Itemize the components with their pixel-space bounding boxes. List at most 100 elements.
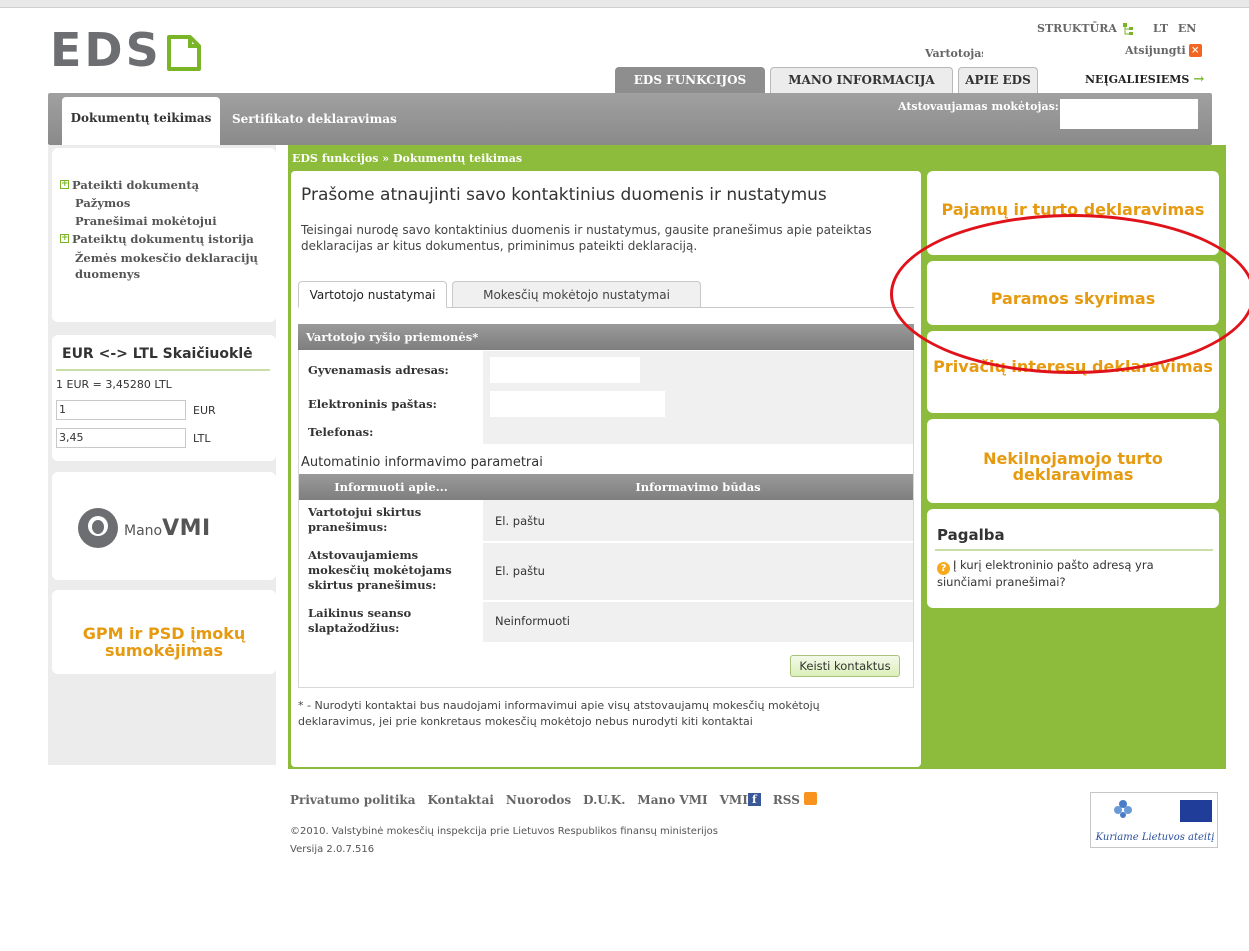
breadcrumb: EDS funkcijos » Dokumentų teikimas bbox=[292, 152, 523, 165]
ltl-unit: LTL bbox=[193, 432, 211, 445]
menu-zemes-mokestis[interactable]: Žemės mokesčio deklaracijų duomenys bbox=[58, 250, 272, 282]
top-strip bbox=[0, 0, 1249, 8]
row-cell bbox=[483, 543, 913, 600]
phone-field[interactable] bbox=[483, 420, 913, 444]
arrow-right-icon: → bbox=[1193, 72, 1205, 87]
vmi-label: VMI bbox=[719, 792, 748, 807]
structure-link[interactable]: STRUKTŪRA bbox=[1037, 22, 1133, 35]
tab-mokesciu-moketojo-nustatymai[interactable]: Mokesčių mokėtojo nustatymai bbox=[452, 281, 701, 308]
user-label: Vartotojas bbox=[925, 47, 988, 60]
logout-link[interactable]: Atsijungti × bbox=[1125, 44, 1202, 57]
accessibility-link[interactable]: NEĮGALIESIEMS → bbox=[1085, 72, 1204, 87]
question-icon: ? bbox=[937, 562, 950, 575]
eu-flag-icon bbox=[1180, 800, 1212, 822]
footer-link-rss[interactable]: RSS bbox=[772, 792, 818, 807]
calculator-title: EUR <-> LTL Skaičiuoklė bbox=[62, 346, 253, 362]
field-label: Telefonas: bbox=[308, 425, 374, 439]
tab-eds-funkcijos[interactable]: EDS FUNKCIJOS bbox=[615, 67, 765, 93]
logo-text: EDS bbox=[50, 23, 162, 77]
divider bbox=[56, 369, 270, 371]
footer-link-mano-vmi[interactable]: Mano VMI bbox=[637, 793, 707, 807]
change-contacts-button[interactable]: Keisti kontaktus bbox=[790, 655, 900, 677]
structure-label: STRUKTŪRA bbox=[1037, 22, 1117, 35]
user-name-field bbox=[983, 43, 1119, 60]
language-switcher: LT EN bbox=[1147, 22, 1196, 35]
menu-label: Žemės mokesčio deklaracijų duomenys bbox=[75, 251, 258, 281]
menu-pateikti-dokumenta[interactable]: + Pateikti dokumentą bbox=[58, 176, 272, 194]
vmi-text: VMI bbox=[162, 515, 211, 541]
footer-link-vmi-facebook[interactable]: VMI f bbox=[719, 792, 761, 807]
represented-payer-label: Atstovaujamas mokėtojas: bbox=[898, 100, 1059, 113]
notify-table-header: Informuoti apie... Informavimo būdas bbox=[299, 474, 913, 500]
footer-link-kontaktai[interactable]: Kontaktai bbox=[428, 793, 494, 807]
copyright-text: ©2010. Valstybinė mokesčių inspekcija pr… bbox=[290, 826, 718, 837]
menu-pazymos[interactable]: Pažymos bbox=[58, 194, 272, 212]
private-interests-box[interactable]: Privačių interesų deklaravimas bbox=[927, 331, 1219, 413]
menu-label: Pateiktų dokumentų istorija bbox=[72, 232, 254, 246]
mano-vmi-link[interactable]: ManoVMI bbox=[78, 508, 211, 548]
eds-logo[interactable]: EDS bbox=[50, 23, 202, 77]
help-title: Pagalba bbox=[937, 526, 1005, 544]
ltl-input[interactable]: 3,45 bbox=[56, 428, 186, 448]
section-header: Vartotojo ryšio priemonės* bbox=[298, 324, 914, 350]
help-question-link[interactable]: ? Į kurį elektroninio pašto adresą yra si… bbox=[937, 558, 1207, 590]
real-estate-box[interactable]: Nekilnojamojo turto deklaravimas bbox=[927, 419, 1219, 503]
lang-lt[interactable]: LT bbox=[1153, 22, 1168, 35]
represented-payer-field[interactable] bbox=[1060, 99, 1198, 129]
eur-unit: EUR bbox=[193, 404, 216, 417]
user-icon bbox=[78, 508, 118, 548]
rss-label: RSS bbox=[772, 793, 800, 807]
help-question-text: Į kurį elektroninio pašto adresą yra siu… bbox=[937, 558, 1154, 589]
box-title: Paramos skyrimas bbox=[990, 289, 1156, 308]
subtab-dokumentu-teikimas[interactable]: Dokumentų teikimas bbox=[62, 97, 220, 145]
support-box[interactable]: Paramos skyrimas bbox=[927, 261, 1219, 325]
footer-link-privatumo[interactable]: Privatumo politika bbox=[290, 793, 416, 807]
field-label: Elektroninis paštas: bbox=[308, 397, 437, 411]
row-label: Vartotojui skirtus pranešimus: bbox=[308, 505, 422, 534]
footer-link-duk[interactable]: D.U.K. bbox=[583, 793, 625, 807]
esf-logo-icon bbox=[1114, 800, 1132, 818]
table-row: Laikinus seanso slaptažodžius: Neinformu… bbox=[299, 602, 913, 642]
menu-label: Pateikti dokumentą bbox=[72, 178, 200, 192]
box-title: Nekilnojamojo turto deklaravimas bbox=[983, 449, 1163, 484]
expand-icon: + bbox=[60, 179, 69, 189]
facebook-icon: f bbox=[747, 792, 761, 806]
eu-caption: Kuriame Lietuvos ateitį bbox=[1095, 832, 1215, 843]
field-row: Telefonas: bbox=[299, 420, 913, 444]
auto-info-title: Automatinio informavimo parametrai bbox=[301, 455, 543, 470]
row-cell bbox=[483, 500, 913, 541]
document-icon bbox=[166, 35, 201, 71]
footer-link-nuorodos[interactable]: Nuorodos bbox=[506, 793, 571, 807]
subtab-sertifikato-deklaravimas[interactable]: Sertifikato deklaravimas bbox=[232, 112, 397, 126]
box-title: Pajamų ir turto deklaravimas bbox=[941, 200, 1205, 219]
exchange-rate: 1 EUR = 3,45280 LTL bbox=[56, 378, 172, 391]
column-header: Informuoti apie... bbox=[334, 480, 448, 494]
copyright: ©2010. Valstybinė mokesčių inspekcija pr… bbox=[290, 824, 718, 857]
expand-icon: + bbox=[60, 233, 69, 243]
declaration-box[interactable]: Pajamų ir turto deklaravimas bbox=[927, 171, 1219, 255]
menu-label: Pranešimai mokėtojui bbox=[75, 214, 217, 228]
intro-text: Teisingai nurodę savo kontaktinius duome… bbox=[301, 223, 872, 253]
menu-istorija[interactable]: + Pateiktų dokumentų istorija bbox=[58, 230, 272, 248]
email-input[interactable] bbox=[490, 391, 665, 417]
menu-pranesimai[interactable]: Pranešimai mokėtojui bbox=[58, 212, 272, 230]
accessibility-label: NEĮGALIESIEMS bbox=[1085, 73, 1190, 86]
box-title: Privačių interesų deklaravimas bbox=[933, 357, 1213, 376]
tab-mano-informacija[interactable]: MANO INFORMACIJA bbox=[770, 67, 953, 93]
gpm-link[interactable]: GPM ir PSD įmokų sumokėjimas bbox=[52, 625, 276, 659]
row-value: El. paštu bbox=[495, 514, 545, 528]
mano-vmi-text: ManoVMI bbox=[124, 516, 211, 541]
footer-links: Privatumo politika Kontaktai Nuorodos D.… bbox=[290, 792, 818, 807]
left-menu: + Pateikti dokumentą Pažymos Pranešimai m… bbox=[58, 176, 272, 282]
row-value: Neinformuoti bbox=[495, 614, 571, 628]
field-row: Elektroninis paštas: bbox=[299, 389, 913, 420]
lang-en[interactable]: EN bbox=[1178, 22, 1196, 35]
tab-vartotojo-nustatymai[interactable]: Vartotojo nustatymai bbox=[298, 281, 447, 308]
eur-input[interactable]: 1 bbox=[56, 400, 186, 420]
column-header: Informavimo būdas bbox=[635, 480, 761, 494]
divider bbox=[935, 549, 1213, 551]
close-icon: × bbox=[1188, 44, 1202, 57]
address-input[interactable] bbox=[490, 357, 640, 383]
logout-label: Atsijungti bbox=[1125, 44, 1186, 57]
tab-apie-eds[interactable]: APIE EDS bbox=[958, 67, 1038, 93]
